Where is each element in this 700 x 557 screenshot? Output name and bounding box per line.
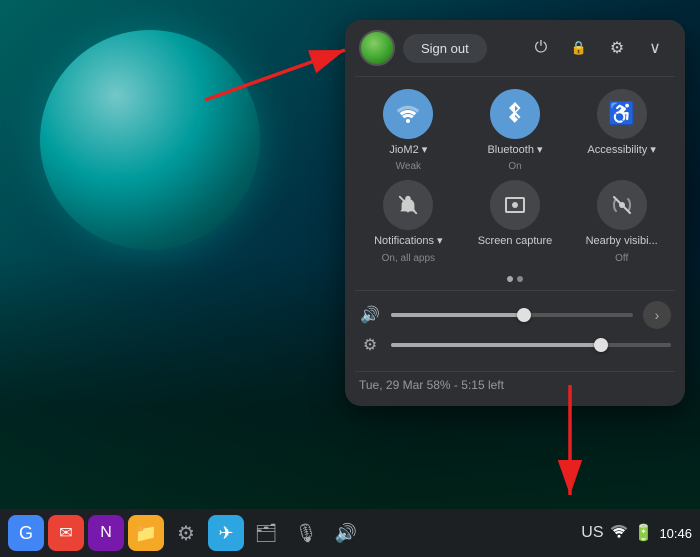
- accessibility-tile-icon: ♿: [597, 89, 647, 139]
- brightness-slider-track[interactable]: [391, 343, 671, 347]
- bluetooth-tile-sublabel: On: [508, 161, 521, 172]
- bluetooth-tile[interactable]: Bluetooth ▾ On: [466, 89, 565, 172]
- taskbar-status-area: US 🔋 10:46: [581, 523, 692, 543]
- notifications-tile-sublabel: On, all apps: [382, 253, 435, 264]
- quick-tiles-grid: JioM2 ▾ Weak Bluetooth ▾ On ♿ Accessibil…: [345, 77, 685, 272]
- wifi-tile[interactable]: JioM2 ▾ Weak: [359, 89, 458, 172]
- brightness-slider-row: ⚙: [359, 335, 671, 355]
- screencapture-tile-label: Screen capture: [478, 234, 553, 248]
- notifications-tile[interactable]: Notifications ▾ On, all apps: [359, 180, 458, 263]
- taskbar-app-gmail[interactable]: ✉: [48, 515, 84, 551]
- wifi-taskbar-icon: [610, 524, 628, 538]
- brightness-icon: ⚙: [359, 335, 381, 355]
- bluetooth-tile-icon: [490, 89, 540, 139]
- nearby-tile-sublabel: Off: [615, 253, 628, 264]
- quick-settings-panel: Sign out ⏻ 🔒 ⚙ ∨ JioM2 ▾ Weak: [345, 20, 685, 406]
- battery-taskbar-icon[interactable]: 🔋: [634, 523, 654, 543]
- dot-1: [507, 276, 513, 282]
- notifications-tile-icon: [383, 180, 433, 230]
- brightness-slider-fill: [391, 343, 601, 347]
- nearby-tile[interactable]: Nearby visibi... Off: [572, 180, 671, 263]
- taskbar-app-google[interactable]: G: [8, 515, 44, 551]
- volume-slider-row: 🔊 ›: [359, 301, 671, 329]
- volume-icon: 🔊: [359, 305, 381, 325]
- taskbar: G ✉ N 📁 ⚙ ✈ 🗂 🎙 🔊 US 🔋 10:46: [0, 509, 700, 557]
- volume-slider-fill: [391, 313, 524, 317]
- lock-button[interactable]: 🔒: [563, 32, 595, 64]
- quick-settings-header: Sign out ⏻ 🔒 ⚙ ∨: [345, 20, 685, 76]
- battery-info-bar: Tue, 29 Mar 58% - 5:15 left: [345, 372, 685, 406]
- brightness-slider-thumb[interactable]: [594, 338, 608, 352]
- battery-date-text: Tue, 29 Mar 58% - 5:15 left: [359, 378, 504, 392]
- settings-button[interactable]: ⚙: [601, 32, 633, 64]
- language-indicator[interactable]: US: [581, 524, 603, 542]
- sliders-area: 🔊 › ⚙: [345, 291, 685, 371]
- sign-out-button[interactable]: Sign out: [403, 34, 487, 63]
- volume-expand-button[interactable]: ›: [643, 301, 671, 329]
- taskbar-app-files[interactable]: 🗂: [248, 515, 284, 551]
- taskbar-app-telegram[interactable]: ✈: [208, 515, 244, 551]
- volume-slider-thumb[interactable]: [517, 308, 531, 322]
- screencapture-tile-icon: [490, 180, 540, 230]
- volume-slider-track[interactable]: [391, 313, 633, 317]
- avatar[interactable]: [359, 30, 395, 66]
- page-dots: [345, 272, 685, 290]
- power-button[interactable]: ⏻: [525, 32, 557, 64]
- wifi-tile-icon: [383, 89, 433, 139]
- notifications-tile-label: Notifications ▾: [374, 234, 443, 248]
- screencapture-tile[interactable]: Screen capture: [466, 180, 565, 263]
- taskbar-app-onenote[interactable]: N: [88, 515, 124, 551]
- taskbar-apps: G ✉ N 📁 ⚙ ✈ 🗂 🎙 🔊: [8, 515, 581, 551]
- taskbar-app-settings[interactable]: ⚙: [168, 515, 204, 551]
- accessibility-tile-label: Accessibility ▾: [587, 143, 655, 157]
- dot-2: [517, 276, 523, 282]
- bluetooth-tile-label: Bluetooth ▾: [487, 143, 542, 157]
- taskbar-app-folder[interactable]: 📁: [128, 515, 164, 551]
- wifi-icon: [396, 104, 420, 124]
- nearby-tile-label: Nearby visibi...: [586, 234, 658, 248]
- wifi-status-icon[interactable]: [610, 524, 628, 543]
- chevron-down-button[interactable]: ∨: [639, 32, 671, 64]
- accessibility-tile[interactable]: ♿ Accessibility ▾: [572, 89, 671, 172]
- taskbar-app-volume[interactable]: 🔊: [328, 515, 364, 551]
- nearby-tile-icon: [597, 180, 647, 230]
- wifi-tile-label: JioM2 ▾: [389, 143, 427, 157]
- header-icons: ⏻ 🔒 ⚙ ∨: [525, 32, 671, 64]
- clock-display: 10:46: [659, 526, 692, 541]
- glass-ball-decoration: [40, 30, 260, 250]
- wifi-tile-sublabel: Weak: [396, 161, 421, 172]
- taskbar-app-mic[interactable]: 🎙: [288, 515, 324, 551]
